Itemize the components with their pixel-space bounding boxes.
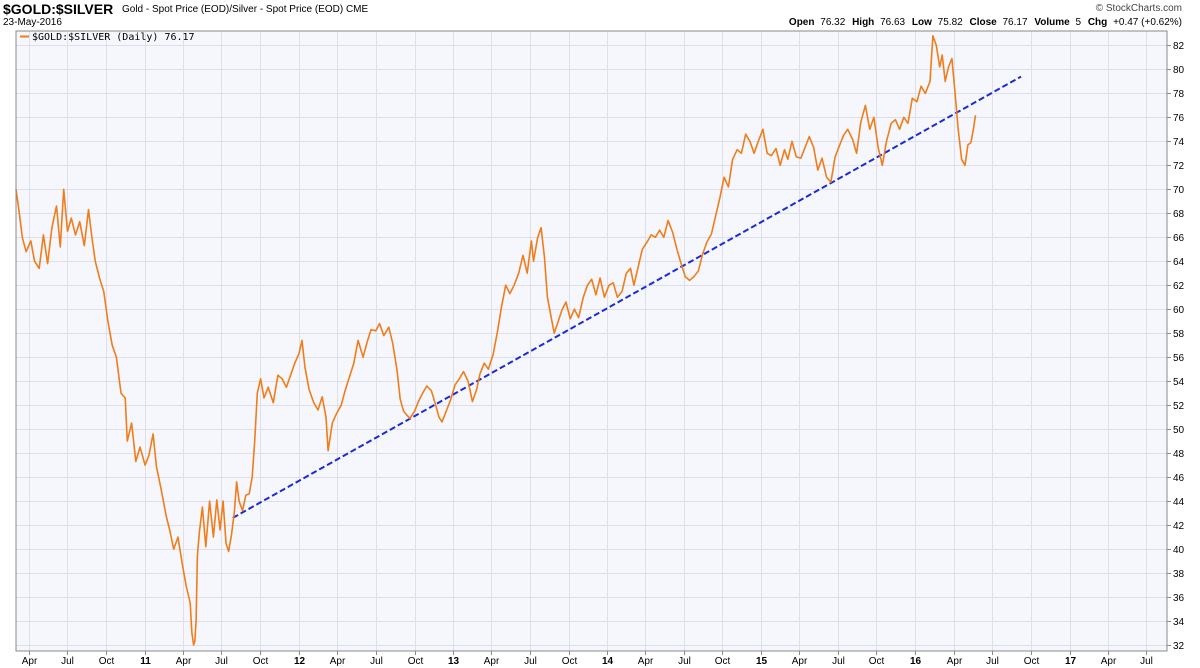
y-tick-label: 62 — [1173, 281, 1185, 292]
x-tick-label: 12 — [294, 656, 306, 667]
x-tick-label: Apr — [176, 656, 192, 667]
y-tick-label: 66 — [1173, 233, 1185, 244]
y-tick-label: 70 — [1173, 185, 1185, 196]
y-tick-label: 34 — [1173, 617, 1185, 628]
plot-area — [16, 31, 1167, 651]
x-tick-label: 15 — [756, 656, 768, 667]
x-tick-label: Apr — [1101, 656, 1117, 667]
legend-label: $GOLD:$SILVER (Daily) 76.17 — [32, 32, 195, 43]
x-axis: Apr Jul Oct 11 Apr Jul Oct 12 Apr Jul Oct 13 Apr Jul O… — [22, 651, 1153, 667]
x-tick-label: Oct — [408, 656, 424, 667]
x-tick-label: Oct — [562, 656, 578, 667]
y-tick-label: 46 — [1173, 473, 1185, 484]
y-tick-label: 72 — [1173, 161, 1185, 172]
y-tick-label: 68 — [1173, 209, 1185, 220]
x-tick-label: Oct — [99, 656, 115, 667]
price-chart: 32 34 36 38 40 42 44 46 48 50 52 54 56 58 60 62 64 66 68 70… — [15, 30, 1185, 667]
y-tick-label: 40 — [1173, 545, 1185, 556]
x-tick-label: 16 — [910, 656, 922, 667]
y-tick-label: 56 — [1173, 353, 1185, 364]
y-tick-label: 64 — [1173, 257, 1185, 268]
x-tick-label: Apr — [484, 656, 500, 667]
x-tick-label: Jul — [524, 656, 537, 667]
x-tick-label: Apr — [792, 656, 808, 667]
y-tick-label: 80 — [1173, 65, 1185, 76]
x-tick-label: Oct — [869, 656, 885, 667]
legend: $GOLD:$SILVER (Daily) 76.17 — [20, 32, 195, 43]
x-tick-label: Jul — [61, 656, 74, 667]
x-tick-label: Oct — [253, 656, 269, 667]
y-tick-label: 50 — [1173, 425, 1185, 436]
y-tick-label: 74 — [1173, 137, 1185, 148]
x-tick-label: Apr — [638, 656, 654, 667]
y-tick-label: 52 — [1173, 401, 1185, 412]
x-tick-label: Jul — [370, 656, 383, 667]
y-tick-label: 32 — [1173, 641, 1185, 652]
x-tick-label: Apr — [22, 656, 38, 667]
x-tick-label: 14 — [602, 656, 614, 667]
x-tick-label: 17 — [1065, 656, 1077, 667]
y-tick-label: 54 — [1173, 377, 1185, 388]
y-tick-label: 78 — [1173, 89, 1185, 100]
x-tick-label: Jul — [678, 656, 691, 667]
x-tick-label: 11 — [140, 656, 151, 667]
x-tick-label: Jul — [986, 656, 999, 667]
y-tick-label: 76 — [1173, 113, 1185, 124]
y-axis: 32 34 36 38 40 42 44 46 48 50 52 54 56 58 60 62 64 66 68 70… — [1167, 41, 1185, 652]
x-tick-label: 13 — [448, 656, 460, 667]
y-tick-label: 42 — [1173, 521, 1185, 532]
x-tick-label: Apr — [947, 656, 963, 667]
y-tick-label: 82 — [1173, 41, 1185, 52]
y-tick-label: 38 — [1173, 569, 1185, 580]
y-tick-label: 36 — [1173, 593, 1185, 604]
x-tick-label: Jul — [832, 656, 845, 667]
y-tick-label: 58 — [1173, 329, 1185, 340]
y-tick-label: 48 — [1173, 449, 1185, 460]
y-tick-label: 44 — [1173, 497, 1185, 508]
x-tick-label: Oct — [715, 656, 731, 667]
x-tick-label: Oct — [1024, 656, 1040, 667]
x-tick-label: Jul — [1140, 656, 1153, 667]
x-tick-label: Apr — [330, 656, 346, 667]
y-tick-label: 60 — [1173, 305, 1185, 316]
x-tick-label: Jul — [215, 656, 228, 667]
